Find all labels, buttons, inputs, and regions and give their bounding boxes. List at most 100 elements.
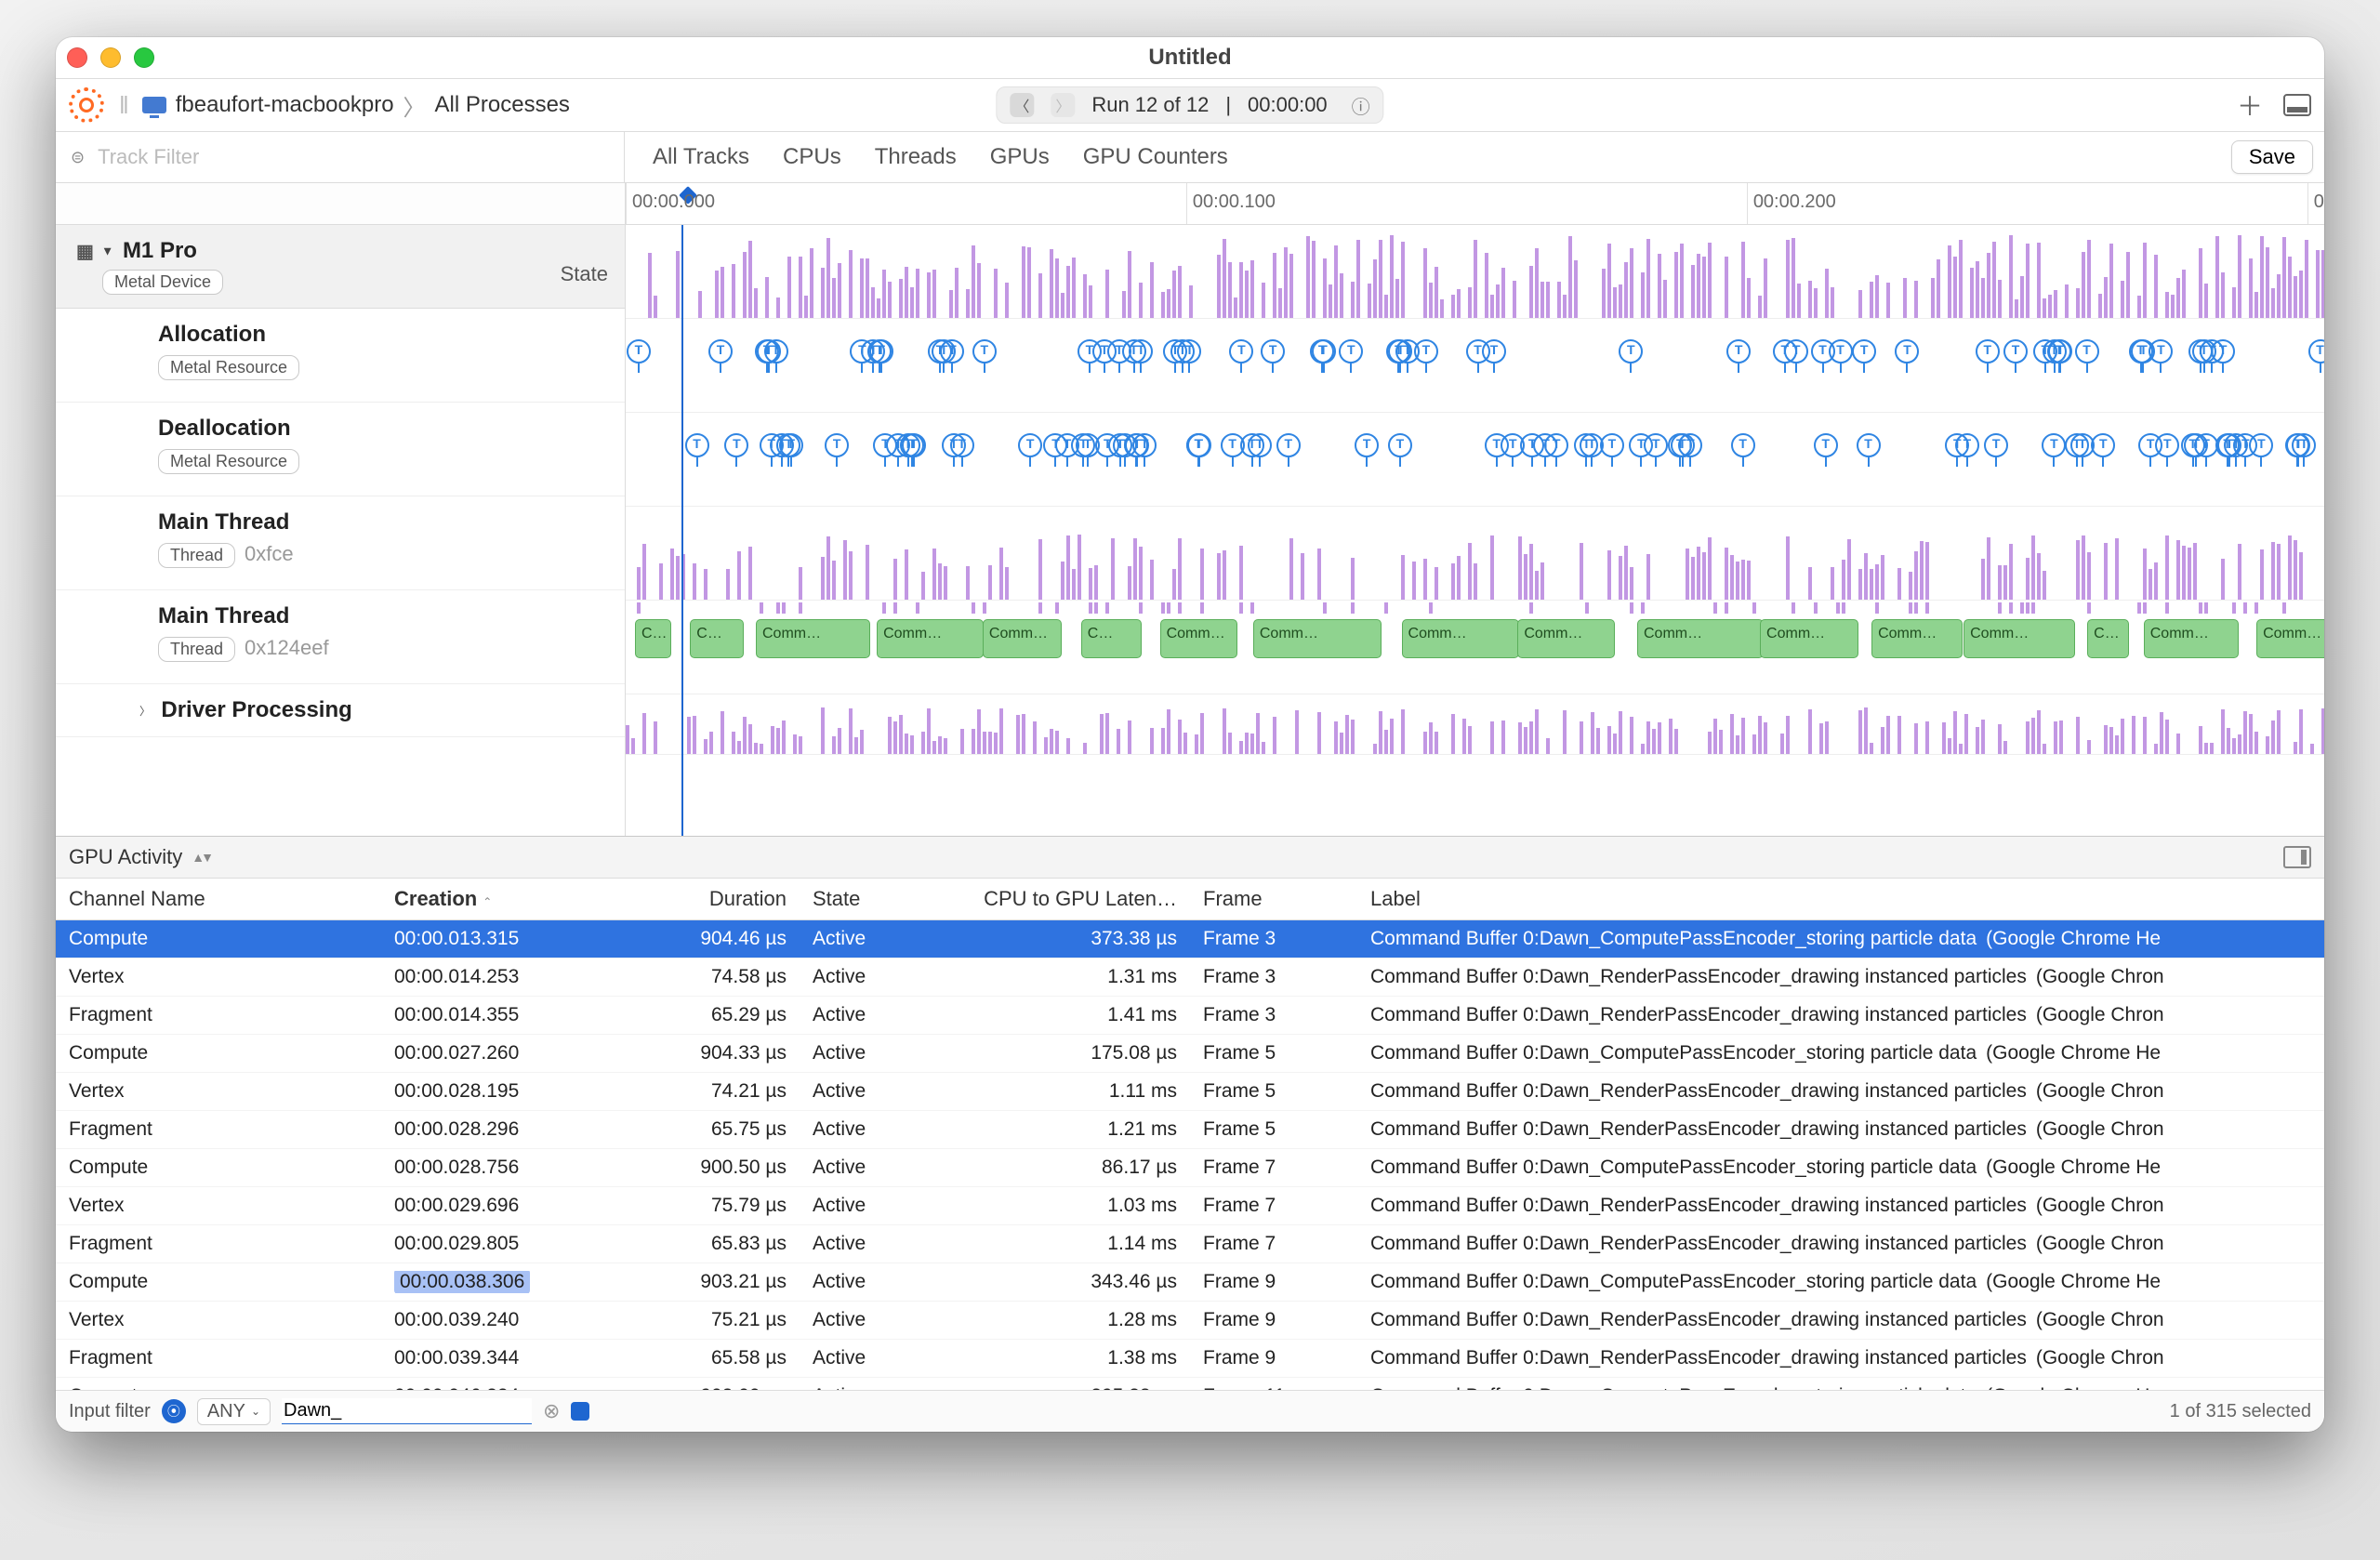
col-state[interactable]: State xyxy=(800,887,958,911)
track-filter[interactable]: ⊜ xyxy=(56,132,625,182)
detail-pane: GPU Activity ▲▼ Channel Name Creation⌃ D… xyxy=(56,836,2324,1432)
track-thread-2[interactable]: C…C…Comm…Comm…Comm…C…Comm…Comm…Comm…Comm… xyxy=(626,601,2324,694)
chevron-down-icon: ▸ xyxy=(100,247,116,254)
detail-footer: Input filter ⦿ ANY ⌄ ⊗ 1 of 315 selected xyxy=(56,1390,2324,1432)
window-title: Untitled xyxy=(56,45,2324,71)
command-block[interactable]: C… xyxy=(690,619,744,658)
sidebar-item[interactable]: AllocationMetal Resource xyxy=(56,309,625,403)
col-creation[interactable]: Creation⌃ xyxy=(381,887,614,911)
col-label[interactable]: Label xyxy=(1357,887,2324,911)
sidebar: ▦ ▸ M1 Pro Metal Device State Allocation… xyxy=(56,183,626,836)
run-prev-button[interactable]: 〈 xyxy=(1010,93,1034,117)
col-frame[interactable]: Frame xyxy=(1190,887,1357,911)
minimize-icon[interactable] xyxy=(100,47,121,68)
table-row[interactable]: Fragment00:00.029.80565.83 µsActive1.14 … xyxy=(56,1225,2324,1263)
command-block[interactable]: C… xyxy=(1081,619,1142,658)
tab-threads[interactable]: Threads xyxy=(875,144,957,170)
breadcrumb[interactable]: fbeaufort-macbookpro 〉 All Processes xyxy=(142,89,570,122)
info-icon[interactable]: ⓘ xyxy=(1352,92,1370,119)
driver-label: Driver Processing xyxy=(161,697,351,722)
app-window: Untitled ‖ fbeaufort-macbookpro 〉 All Pr… xyxy=(56,37,2324,1432)
updown-icon[interactable]: ▲▼ xyxy=(192,850,210,865)
command-block[interactable]: C… xyxy=(2087,619,2129,658)
clear-icon[interactable]: ⊗ xyxy=(543,1399,560,1423)
any-operator[interactable]: ANY ⌄ xyxy=(197,1398,271,1425)
table-row[interactable]: Vertex00:00.028.19574.21 µsActive1.11 ms… xyxy=(56,1073,2324,1111)
table-row[interactable]: Fragment00:00.028.29665.75 µsActive1.21 … xyxy=(56,1111,2324,1149)
tab-cpus[interactable]: CPUs xyxy=(783,144,841,170)
run-label: Run 12 of 12 xyxy=(1091,93,1209,117)
record-button[interactable] xyxy=(69,87,104,123)
detail-dropdown[interactable]: GPU Activity xyxy=(69,845,182,869)
command-block[interactable]: Comm… xyxy=(1160,619,1238,658)
filter-toggle-icon[interactable] xyxy=(571,1402,589,1421)
crumb-device: fbeaufort-macbookpro xyxy=(176,92,394,118)
timeline-area: ▦ ▸ M1 Pro Metal Device State Allocation… xyxy=(56,183,2324,836)
command-block[interactable]: Comm… xyxy=(1517,619,1615,658)
table-row[interactable]: Compute00:00.028.756900.50 µsActive86.17… xyxy=(56,1149,2324,1187)
filter-input[interactable] xyxy=(282,1398,532,1424)
col-channel[interactable]: Channel Name xyxy=(56,887,381,911)
sidebar-item[interactable]: DeallocationMetal Resource xyxy=(56,403,625,496)
col-duration[interactable]: Duration xyxy=(614,887,800,911)
traffic-lights xyxy=(67,47,154,68)
track-allocation[interactable]: TTTTTTTTTTTTTTTTTTTTTTTTTTTTTTTTTTTTTTTT… xyxy=(626,319,2324,413)
track-thread-1[interactable] xyxy=(626,507,2324,601)
table-row[interactable]: Compute00:00.038.306903.21 µsActive343.4… xyxy=(56,1263,2324,1302)
command-block[interactable]: Comm… xyxy=(1760,619,1858,658)
tab-all-tracks[interactable]: All Tracks xyxy=(653,144,749,170)
add-button[interactable]: ＋ xyxy=(2237,86,2263,124)
tabs: All Tracks CPUs Threads GPUs GPU Counters xyxy=(625,144,1256,170)
sidebar-root[interactable]: ▦ ▸ M1 Pro Metal Device State xyxy=(56,225,625,309)
col-latency[interactable]: CPU to GPU Laten… xyxy=(958,887,1190,911)
ruler-tick: 00:00.200 xyxy=(1747,183,1836,224)
layout-icon[interactable] xyxy=(2283,846,2311,868)
zoom-icon[interactable] xyxy=(134,47,154,68)
table-row[interactable]: Vertex00:00.014.25374.58 µsActive1.31 ms… xyxy=(56,958,2324,997)
table-row[interactable]: Fragment00:00.014.35565.29 µsActive1.41 … xyxy=(56,997,2324,1035)
tabs-row: ⊜ All TracksCPUsThreadsGPUsGPU Counters … xyxy=(56,132,2324,183)
track-deallocation[interactable]: TTTTTTTTTTTTTTTTTTTTTTTTTTTTTTTTTTTTTTTT… xyxy=(626,413,2324,507)
command-block[interactable]: Comm… xyxy=(1964,619,2075,658)
sidebar-item[interactable]: Main ThreadThread0xfce xyxy=(56,496,625,590)
tab-gpu-counters[interactable]: GPU Counters xyxy=(1083,144,1228,170)
chevron-right-icon: 〉 xyxy=(403,89,426,122)
run-next-button[interactable]: 〉 xyxy=(1051,93,1075,117)
command-block[interactable]: Comm… xyxy=(1402,619,1519,658)
command-block[interactable]: Comm… xyxy=(1637,619,1764,658)
table-row[interactable]: Fragment00:00.039.34465.58 µsActive1.38 … xyxy=(56,1340,2324,1378)
command-block[interactable]: Comm… xyxy=(983,619,1062,658)
laptop-icon xyxy=(142,97,166,113)
table-row[interactable]: Compute00:00.027.260904.33 µsActive175.0… xyxy=(56,1035,2324,1073)
table-row[interactable]: Compute00:00.013.315904.46 µsActive373.3… xyxy=(56,920,2324,958)
rows[interactable]: Compute00:00.013.315904.46 µsActive373.3… xyxy=(56,920,2324,1390)
track-driver[interactable] xyxy=(626,694,2324,755)
table-row[interactable]: Vertex00:00.039.24075.21 µsActive1.28 ms… xyxy=(56,1302,2324,1340)
command-block[interactable]: Comm… xyxy=(2144,619,2240,658)
command-block[interactable]: Comm… xyxy=(2256,619,2324,658)
command-block[interactable]: Comm… xyxy=(1253,619,1382,658)
pause-button[interactable]: ‖ xyxy=(119,91,127,120)
close-icon[interactable] xyxy=(67,47,87,68)
command-block[interactable]: Comm… xyxy=(1871,619,1963,658)
table-row[interactable]: Vertex00:00.029.69675.79 µsActive1.03 ms… xyxy=(56,1187,2324,1225)
filter-pill-icon[interactable]: ⦿ xyxy=(162,1399,186,1423)
tracks: 00:00.00000:00.10000:00.20000:00.300 TTT… xyxy=(626,183,2324,836)
ruler[interactable]: 00:00.00000:00.10000:00.20000:00.300 xyxy=(626,183,2324,225)
table-row[interactable]: Compute00:00.046.324903.00 µsActive395.3… xyxy=(56,1378,2324,1390)
tracks-viewport[interactable]: TTTTTTTTTTTTTTTTTTTTTTTTTTTTTTTTTTTTTTTT… xyxy=(626,225,2324,836)
filter-icon: ⊜ xyxy=(71,148,85,167)
command-block[interactable]: C… xyxy=(635,619,671,658)
panel-toggle-icon[interactable] xyxy=(2283,94,2311,116)
ruler-tick: 00:00.000 xyxy=(626,183,715,224)
sidebar-item-badge: Metal Resource xyxy=(158,355,299,380)
command-block[interactable]: Comm… xyxy=(756,619,870,658)
command-block[interactable]: Comm… xyxy=(877,619,984,658)
save-button[interactable]: Save xyxy=(2231,140,2313,174)
track-state[interactable] xyxy=(626,225,2324,319)
tab-gpus[interactable]: GPUs xyxy=(990,144,1050,170)
crumb-processes: All Processes xyxy=(435,92,570,118)
sidebar-item-driver[interactable]: 〉 Driver Processing xyxy=(56,684,625,737)
sidebar-item[interactable]: Main ThreadThread0x124eef xyxy=(56,590,625,684)
track-filter-input[interactable] xyxy=(96,144,609,170)
